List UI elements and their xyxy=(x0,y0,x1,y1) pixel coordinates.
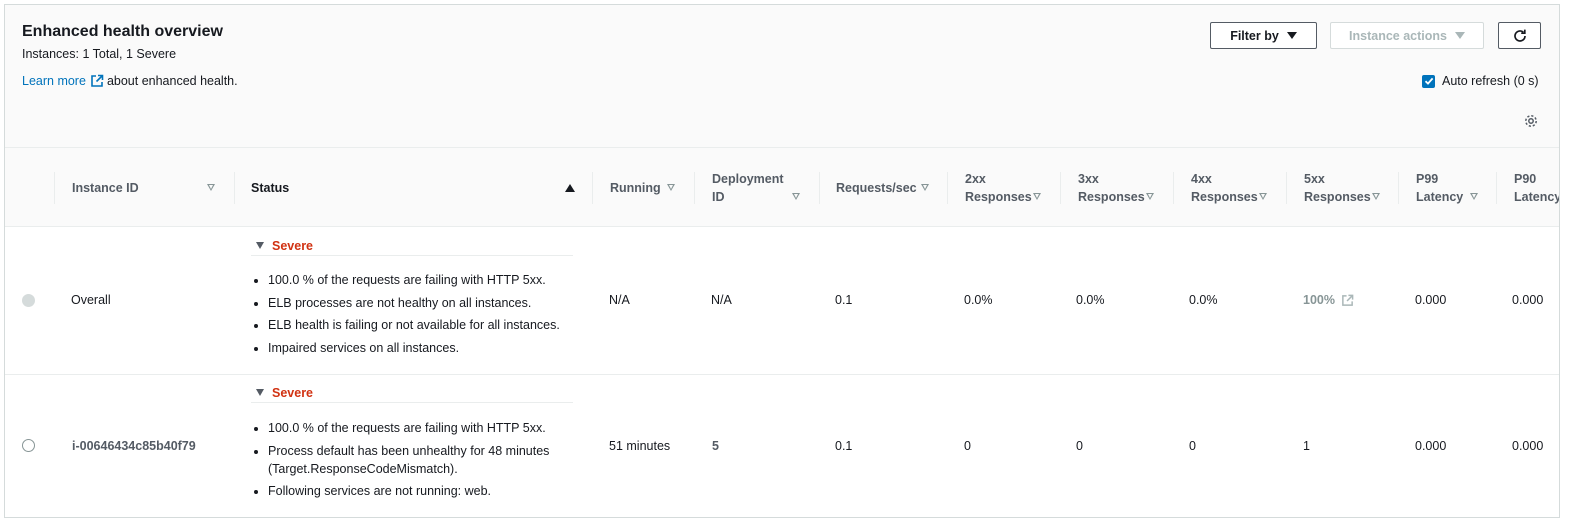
enhanced-health-panel: Enhanced health overview Instances: 1 To… xyxy=(4,4,1560,518)
responses-4xx-cell: 0 xyxy=(1189,439,1196,453)
sort-descending-icon xyxy=(1372,193,1380,200)
running-cell: N/A xyxy=(609,293,630,307)
column-header-requests[interactable]: Requests/sec xyxy=(819,148,947,227)
column-header-instance-id[interactable]: Instance ID xyxy=(54,148,234,227)
refresh-button[interactable] xyxy=(1498,22,1541,49)
list-item: ELB health is failing or not available f… xyxy=(268,316,578,334)
column-header-3xx[interactable]: 3xx Responses xyxy=(1060,148,1173,227)
column-header-deployment-id[interactable]: Deployment ID xyxy=(694,148,819,227)
auto-refresh-checkbox[interactable] xyxy=(1422,74,1435,88)
column-header-running[interactable]: Running xyxy=(592,148,694,227)
refresh-icon xyxy=(1513,29,1526,42)
instance-id-link[interactable]: i-00646434c85b40f79 xyxy=(72,439,196,453)
responses-4xx-cell: 0.0% xyxy=(1189,293,1218,307)
p90-latency-cell: 0.000 xyxy=(1512,439,1544,453)
learn-more-suffix: about enhanced health. xyxy=(106,74,238,88)
caret-down-icon xyxy=(256,389,264,396)
responses-2xx-cell: 0.0% xyxy=(964,293,993,307)
requests-cell: 0.1 xyxy=(835,439,853,453)
learn-more-link[interactable]: Learn more xyxy=(22,74,86,88)
sort-descending-icon xyxy=(207,184,215,191)
deployment-id-cell: N/A xyxy=(711,293,732,307)
list-item: 100.0 % of the requests are failing with… xyxy=(268,419,578,437)
table-row[interactable]: Overall Severe 100.0 % of the requests a… xyxy=(5,227,1559,375)
p99-latency-cell: 0.000 xyxy=(1415,439,1447,453)
sort-descending-icon xyxy=(1033,193,1041,200)
table-row[interactable]: i-00646434c85b40f79 Severe 100.0 % of th… xyxy=(5,375,1559,517)
column-header-4xx[interactable]: 4xx Responses xyxy=(1173,148,1286,227)
external-link-icon xyxy=(1342,294,1354,306)
column-header-5xx[interactable]: 5xx Responses xyxy=(1286,148,1398,227)
instance-actions-button[interactable]: Instance actions xyxy=(1330,22,1484,49)
sort-descending-icon xyxy=(921,184,929,191)
list-item: Impaired services on all instances. xyxy=(268,339,578,357)
caret-down-icon xyxy=(256,242,264,249)
filter-by-button[interactable]: Filter by xyxy=(1210,22,1317,49)
responses-5xx-cell: 1 xyxy=(1303,439,1310,453)
instance-actions-label: Instance actions xyxy=(1349,28,1447,43)
list-item: Process default has been unhealthy for 4… xyxy=(268,442,568,478)
table-header: Instance ID Status Running Deployment ID … xyxy=(5,148,1559,227)
sort-descending-icon xyxy=(1259,193,1267,200)
row-select-radio xyxy=(22,294,35,307)
auto-refresh-label: Auto refresh (0 s) xyxy=(1442,74,1539,88)
instance-id-cell: Overall xyxy=(71,293,111,307)
column-header-p99[interactable]: P99 Latency xyxy=(1398,148,1496,227)
status-label: Severe xyxy=(272,385,314,400)
responses-3xx-cell: 0.0% xyxy=(1076,293,1105,307)
gear-icon[interactable] xyxy=(1523,113,1539,129)
status-severe-header[interactable]: Severe xyxy=(251,383,573,403)
caret-down-icon xyxy=(1454,32,1465,39)
p99-latency-cell: 0.000 xyxy=(1415,293,1447,307)
status-causes-list: 100.0 % of the requests are failing with… xyxy=(268,271,578,361)
sort-descending-icon xyxy=(1470,193,1478,200)
page-title: Enhanced health overview xyxy=(22,23,223,40)
status-label: Severe xyxy=(272,238,314,253)
list-item: 100.0 % of the requests are failing with… xyxy=(268,271,578,289)
status-causes-list: 100.0 % of the requests are failing with… xyxy=(268,419,578,505)
list-item: Following services are not running: web. xyxy=(268,482,578,500)
panel-header: Enhanced health overview Instances: 1 To… xyxy=(5,5,1559,148)
external-link-icon[interactable] xyxy=(90,74,104,88)
sort-descending-icon xyxy=(667,184,675,191)
instances-summary: Instances: 1 Total, 1 Severe xyxy=(22,47,177,61)
status-severe-header[interactable]: Severe xyxy=(251,236,573,256)
p90-latency-cell: 0.000 xyxy=(1512,293,1544,307)
sort-descending-icon xyxy=(1146,193,1154,200)
requests-cell: 0.1 xyxy=(835,293,853,307)
sort-ascending-icon xyxy=(565,184,575,192)
caret-down-icon xyxy=(1286,32,1297,39)
row-select-radio[interactable] xyxy=(22,439,35,452)
list-item: ELB processes are not healthy on all ins… xyxy=(268,294,578,312)
filter-by-label: Filter by xyxy=(1230,28,1279,43)
responses-5xx-link[interactable]: 100% xyxy=(1303,293,1354,307)
sort-descending-icon xyxy=(792,193,800,200)
responses-3xx-cell: 0 xyxy=(1076,439,1083,453)
deployment-id-link[interactable]: 5 xyxy=(712,439,719,453)
column-header-2xx[interactable]: 2xx Responses xyxy=(947,148,1060,227)
column-header-p90[interactable]: P90 Latency xyxy=(1496,148,1559,227)
running-cell: 51 minutes xyxy=(609,439,671,453)
responses-2xx-cell: 0 xyxy=(964,439,971,453)
column-header-status[interactable]: Status xyxy=(234,148,592,227)
auto-refresh-toggle[interactable]: Auto refresh (0 s) xyxy=(1422,74,1539,88)
learn-more-line: Learn more about enhanced health. xyxy=(22,74,238,88)
